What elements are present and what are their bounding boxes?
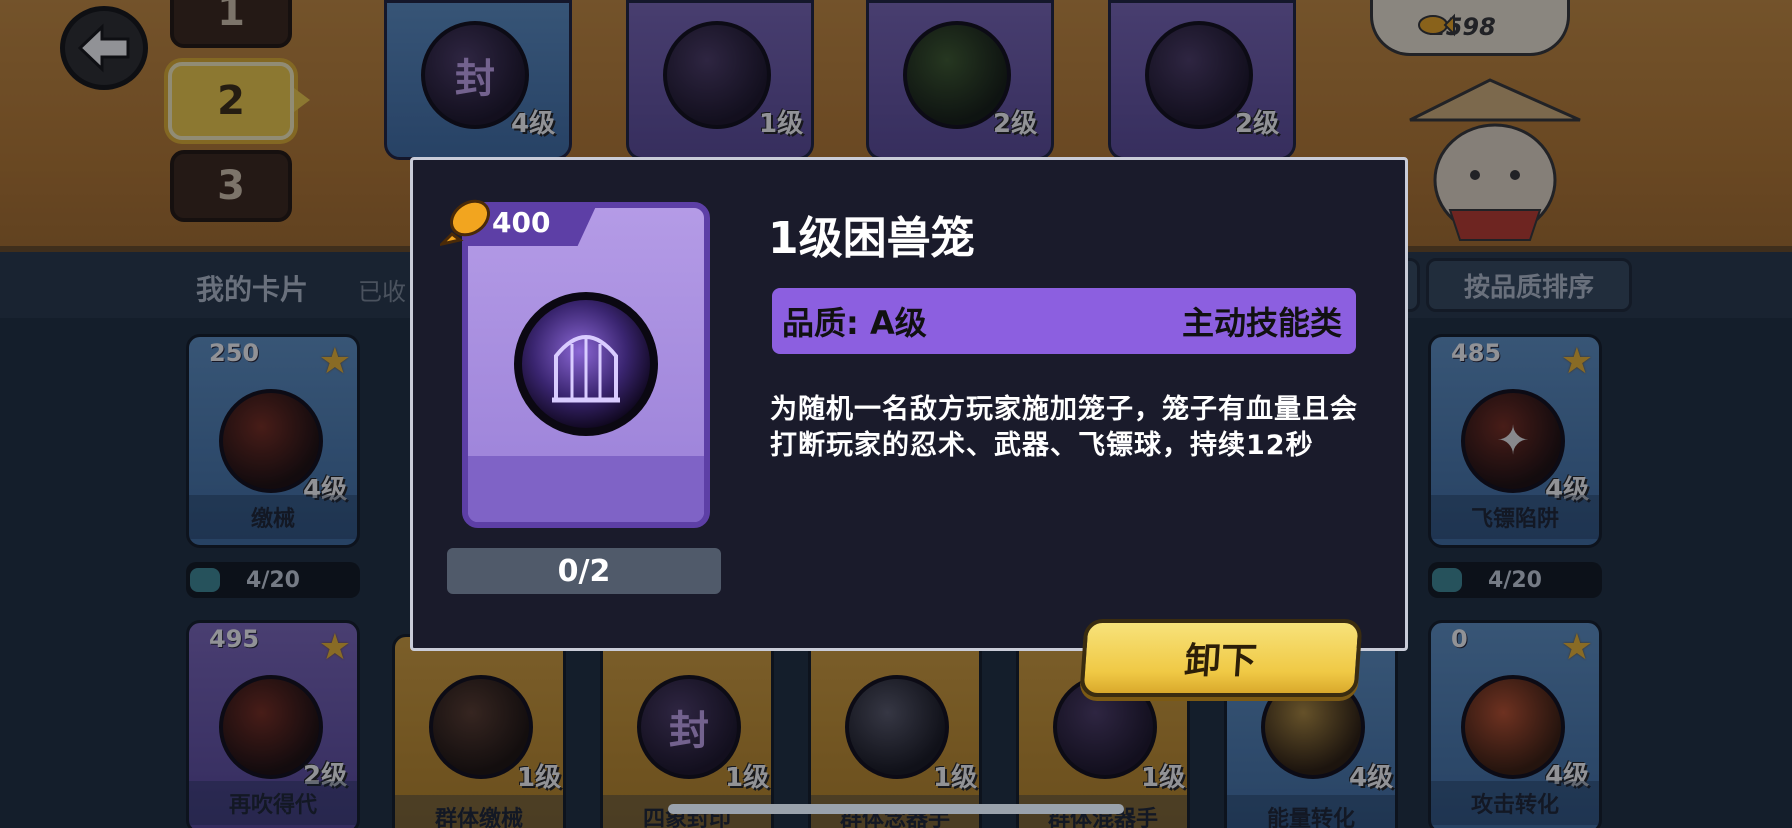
skill-category: 主动技能类	[1181, 304, 1342, 342]
card-count-bar: 0/2	[447, 548, 721, 594]
quality-bar: 品质: A级 主动技能类	[772, 288, 1356, 354]
unequip-label: 卸下	[1183, 641, 1259, 682]
skill-price: 400	[492, 206, 551, 239]
skill-title: 1级困兽笼	[768, 213, 975, 264]
card-count: 0/2	[557, 553, 611, 589]
card-stripe	[468, 456, 704, 522]
unequip-button[interactable]: 卸下	[1079, 619, 1363, 697]
home-indicator[interactable]	[668, 804, 1124, 814]
skill-description: 为随机一名敌方玩家施加笼子，笼子有血量且会打断玩家的忍术、武器、飞镖球，持续12…	[770, 394, 1358, 461]
quality-label: 品质: A级	[782, 304, 927, 342]
beast-cage-icon	[514, 292, 658, 436]
fish-coin-icon	[440, 199, 491, 246]
